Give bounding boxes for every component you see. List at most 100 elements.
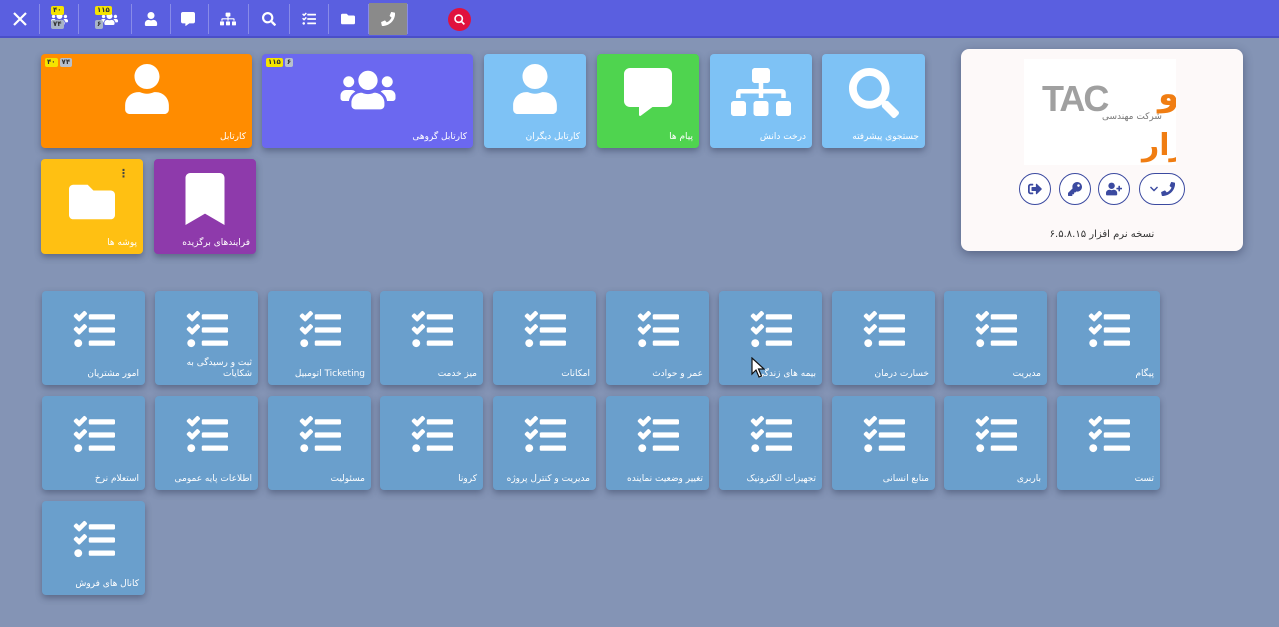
process-tile-label: باربری bbox=[1016, 474, 1041, 484]
process-tile-label: مدیریت و کنترل پروژه bbox=[506, 474, 590, 484]
process-tile[interactable]: خسارت درمان bbox=[832, 291, 935, 385]
tile-label: کارتابل گروهی bbox=[412, 132, 467, 142]
tile-others-cartable[interactable]: کارتابل دیگران bbox=[484, 54, 586, 148]
folder-icon bbox=[341, 13, 355, 25]
logo-latin-text: TAC bbox=[1042, 78, 1109, 119]
tasks-icon bbox=[637, 415, 679, 453]
tile-label: پوشه ها bbox=[107, 238, 137, 248]
process-tile[interactable]: اطلاعات پایه عمومی bbox=[155, 396, 258, 490]
logo-main-text: تدرو bbox=[1156, 74, 1176, 114]
user-icon bbox=[144, 12, 158, 26]
tasks-icon bbox=[1088, 310, 1130, 348]
mouse-cursor-icon bbox=[751, 357, 765, 378]
key-icon bbox=[1068, 182, 1082, 196]
logout-button[interactable] bbox=[1019, 173, 1051, 205]
process-tile-label: تجهیزات الکترونیک bbox=[746, 474, 817, 484]
tasks-icon bbox=[411, 310, 453, 348]
process-tile-label: پیگام bbox=[1135, 369, 1154, 379]
toolbar-cartable-button[interactable]: ۴۰ ۷۴ bbox=[40, 3, 78, 35]
process-tile[interactable]: امکانات bbox=[493, 291, 596, 385]
tile-label: کارتابل bbox=[220, 132, 246, 142]
phone-icon bbox=[381, 12, 395, 26]
tile-favorite-processes[interactable]: فرایندهای برگزیده bbox=[154, 159, 256, 254]
tasks-icon bbox=[186, 310, 228, 348]
tasks-icon bbox=[73, 310, 115, 348]
toolbar-badge: ۶ bbox=[95, 20, 104, 29]
tile-folders[interactable]: ⋮ پوشه ها bbox=[41, 159, 143, 254]
process-tile[interactable]: تست bbox=[1057, 396, 1160, 490]
user-plus-icon bbox=[1106, 182, 1122, 196]
process-tile[interactable]: کرونا bbox=[380, 396, 483, 490]
tasks-icon bbox=[73, 415, 115, 453]
tasks-icon bbox=[186, 415, 228, 453]
toolbar-folders-button[interactable] bbox=[329, 3, 367, 35]
process-tile[interactable]: میز خدمت bbox=[380, 291, 483, 385]
tasks-icon bbox=[750, 310, 792, 348]
process-tile[interactable]: امور مشتریان bbox=[42, 291, 145, 385]
tile-messages[interactable]: پیام ها bbox=[597, 54, 699, 148]
tile-knowledge-tree[interactable]: درخت دانش bbox=[710, 54, 812, 148]
more-options-icon[interactable]: ⋮ bbox=[118, 168, 129, 179]
process-tile-label: استعلام نرخ bbox=[94, 474, 139, 484]
process-tile[interactable]: مدیریت و کنترل پروژه bbox=[493, 396, 596, 490]
company-logo: TAC تدرو شرکت مهندسی افزار bbox=[1024, 59, 1231, 165]
phone-dropdown-button[interactable] bbox=[1139, 173, 1185, 205]
toolbar-group-cartable-button[interactable]: ۱۱۵ ۶ bbox=[90, 3, 128, 35]
sign-out-icon bbox=[1028, 183, 1042, 195]
group-icon bbox=[340, 70, 395, 110]
process-tile[interactable]: مسئولیت bbox=[268, 396, 371, 490]
process-tile-label: امور مشتریان bbox=[87, 369, 139, 379]
tasks-icon bbox=[750, 415, 792, 453]
process-tile-label: مدیریت bbox=[1012, 369, 1041, 379]
top-toolbar: ۴۰ ۷۴ ۱۱۵ ۶ bbox=[0, 0, 1279, 38]
process-tile[interactable]: کانال های فروش bbox=[42, 501, 145, 595]
process-tile-label: Ticketing اتومبیل bbox=[294, 369, 365, 379]
chevron-down-icon bbox=[1149, 186, 1158, 192]
tasks-icon bbox=[299, 310, 341, 348]
process-tile[interactable]: تغییر وضعیت نماینده bbox=[606, 396, 709, 490]
tile-label: جستجوی پیشرفته bbox=[852, 132, 919, 142]
sitemap-icon bbox=[731, 68, 791, 116]
process-tile[interactable]: عمر و حوادث bbox=[606, 291, 709, 385]
process-tile-label: خسارت درمان bbox=[874, 369, 929, 379]
toolbar-user-button[interactable] bbox=[132, 3, 170, 35]
process-tile[interactable]: استعلام نرخ bbox=[42, 396, 145, 490]
tile-badge: ۶ bbox=[284, 58, 294, 67]
process-tile[interactable]: پیگام bbox=[1057, 291, 1160, 385]
toolbar-badge: ۴۰ bbox=[51, 6, 64, 15]
search-icon bbox=[262, 12, 276, 26]
folder-icon bbox=[69, 184, 115, 220]
process-tile[interactable]: بیمه های زندگی bbox=[719, 291, 822, 385]
toolbar-knowledge-tree-button[interactable] bbox=[209, 3, 247, 35]
process-tile[interactable]: باربری bbox=[944, 396, 1047, 490]
process-tile[interactable]: منابع انسانی bbox=[832, 396, 935, 490]
tile-cartable[interactable]: ۴۰ ۷۴ کارتابل bbox=[41, 54, 252, 148]
close-button[interactable] bbox=[1, 3, 39, 35]
toolbar-phone-button[interactable] bbox=[369, 3, 407, 35]
tasks-icon bbox=[299, 415, 341, 453]
user-icon bbox=[124, 64, 169, 114]
company-info-panel: TAC تدرو شرکت مهندسی افزار نسخه نرم افزا… bbox=[961, 49, 1243, 251]
process-tile[interactable]: Ticketing اتومبیل bbox=[268, 291, 371, 385]
tile-label: پیام ها bbox=[669, 132, 693, 142]
process-tile-label: کرونا bbox=[458, 474, 477, 484]
toolbar-messages-button[interactable] bbox=[169, 3, 207, 35]
tile-group-cartable[interactable]: ۱۱۵ ۶ کارتابل گروهی bbox=[262, 54, 473, 148]
change-password-button[interactable] bbox=[1059, 173, 1091, 205]
tasks-icon bbox=[524, 415, 566, 453]
tasks-icon bbox=[863, 310, 905, 348]
tile-advanced-search[interactable]: جستجوی پیشرفته bbox=[822, 54, 925, 148]
tasks-icon bbox=[637, 310, 679, 348]
process-tile[interactable]: تجهیزات الکترونیک bbox=[719, 396, 822, 490]
process-tile-label: اطلاعات پایه عمومی bbox=[174, 474, 252, 484]
process-tile[interactable]: مدیریت bbox=[944, 291, 1047, 385]
process-tile-label: میز خدمت bbox=[437, 369, 477, 379]
software-version: نسخه نرم افزار ۶.۵.۸.۱۵ bbox=[1049, 229, 1155, 240]
add-user-button[interactable] bbox=[1098, 173, 1130, 205]
toolbar-search-button[interactable] bbox=[250, 3, 288, 35]
process-tile[interactable]: ثبت و رسیدگی به شکایات bbox=[155, 291, 258, 385]
tasks-icon bbox=[411, 415, 453, 453]
toolbar-tasks-button[interactable] bbox=[290, 3, 328, 35]
global-search-button[interactable] bbox=[448, 8, 471, 31]
sitemap-icon bbox=[220, 12, 236, 26]
